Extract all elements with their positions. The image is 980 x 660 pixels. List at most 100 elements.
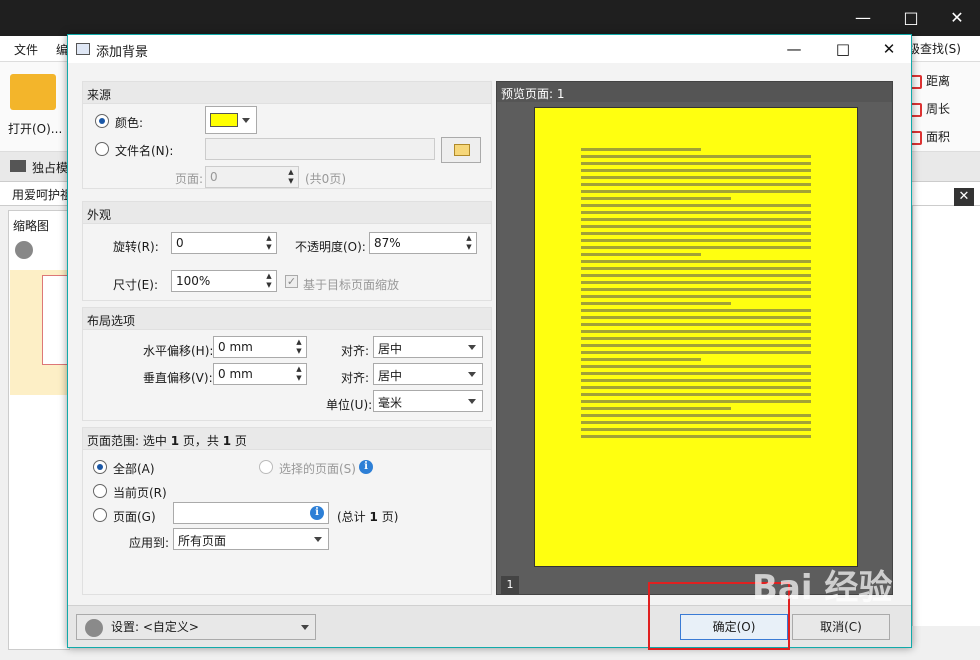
thumbnail-page[interactable] [42, 275, 68, 365]
settings-gear-icon [85, 619, 103, 637]
preview-text-line [581, 155, 811, 158]
range-selected: 1 [170, 434, 180, 448]
pages-input[interactable]: i [173, 502, 329, 524]
distance-button[interactable]: 距离 [908, 72, 978, 89]
page-input[interactable]: 0 ▲ ▼ [205, 166, 299, 188]
preview-text-line [581, 281, 811, 284]
opacity-spinner[interactable]: ▲ ▼ [463, 234, 475, 252]
v-align-select[interactable]: 居中 [373, 363, 483, 385]
preview-text-line [581, 365, 811, 368]
unit-select[interactable]: 毫米 [373, 390, 483, 412]
rotation-spinner[interactable]: ▲ ▼ [263, 234, 275, 252]
all-pages-radio[interactable] [93, 460, 107, 474]
close-tab-icon[interactable]: ✕ [954, 188, 974, 206]
minimize-icon[interactable]: — [848, 6, 878, 30]
rotation-label: 旋转(R): [113, 240, 159, 254]
settings-label: 设置: [111, 620, 140, 634]
current-page-label: 当前页(R) [113, 486, 167, 500]
h-offset-spinner[interactable]: ▲ ▼ [293, 338, 305, 356]
perimeter-button[interactable]: 周长 [908, 100, 978, 117]
pages-total: (总计 1 页) [337, 508, 398, 525]
unit-label: 单位(U): [326, 398, 373, 412]
chevron-down-icon [468, 372, 476, 377]
h-align-select[interactable]: 居中 [373, 336, 483, 358]
menu-file[interactable]: 文件 [14, 41, 38, 58]
v-align-label: 对齐: [341, 371, 370, 385]
preview-text-line [581, 414, 811, 417]
pages-info-icon[interactable]: i [310, 506, 324, 520]
preview-text-line [581, 239, 811, 242]
v-offset-label: 垂直偏移(V): [143, 371, 213, 385]
folder-icon [454, 144, 470, 156]
preview-text-line [581, 337, 811, 340]
settings-value: <自定义> [142, 620, 199, 634]
apply-to-select[interactable]: 所有页面 [173, 528, 329, 550]
preview-text-line [581, 295, 811, 298]
dialog-minimize-icon[interactable]: — [774, 37, 814, 61]
exclusive-mode-label[interactable]: 独占模 [32, 159, 68, 176]
add-background-dialog: 添加背景 — □ ✕ 来源 颜色: 文件名(N): 页面: 0 ▲ ▼ (共0页)… [67, 34, 912, 648]
preview-text-line [581, 323, 811, 326]
h-align-value: 居中 [378, 342, 403, 356]
page-range-title: 页面范围: 选中 1 页，共 1 页 [87, 432, 247, 449]
preview-page-number: 1 [501, 576, 519, 594]
color-radio[interactable] [95, 114, 109, 128]
file-name-input[interactable] [205, 138, 435, 160]
open-folder-icon[interactable] [10, 74, 56, 110]
area-button[interactable]: 面积 [908, 128, 978, 145]
settings-select[interactable]: 设置: <自定义> [76, 614, 316, 640]
preview-text-line [581, 169, 811, 172]
v-offset-input[interactable]: 0 mm ▲ ▼ [213, 363, 307, 385]
appearance-header [83, 202, 491, 224]
range-total: 1 [222, 434, 232, 448]
h-offset-input[interactable]: 0 mm ▲ ▼ [213, 336, 307, 358]
preview-text-line [581, 211, 811, 214]
scale-checkbox[interactable]: ✓ [285, 275, 298, 288]
opacity-value: 87% [374, 236, 401, 250]
preview-text-line [581, 225, 811, 228]
document-tab[interactable]: 用爱呵护祖 [12, 186, 72, 203]
dialog-close-icon[interactable]: ✕ [869, 37, 909, 61]
appearance-title: 外观 [87, 208, 112, 222]
crown-icon [10, 160, 26, 172]
preview-text-line [581, 183, 811, 186]
pages-label: 页面(G) [113, 510, 156, 524]
appearance-group: 外观 旋转(R): 0 ▲ ▼ 不透明度(O): 87% ▲ ▼ 尺寸(E): 10… [82, 201, 492, 301]
page-spinner[interactable]: ▲ ▼ [285, 168, 297, 186]
current-page-radio[interactable] [93, 484, 107, 498]
all-pages-label: 全部(A) [113, 462, 155, 476]
preview-text-line [581, 316, 811, 319]
v-offset-spinner[interactable]: ▲ ▼ [293, 365, 305, 383]
advanced-find-button[interactable]: 级查找(S) [908, 40, 978, 57]
dialog-maximize-icon[interactable]: □ [823, 37, 863, 61]
size-input[interactable]: 100% ▲ ▼ [171, 270, 277, 292]
size-value: 100% [176, 274, 211, 288]
preview-text-line [581, 386, 811, 389]
selected-pages-radio[interactable] [259, 460, 273, 474]
color-picker[interactable] [205, 106, 257, 134]
pages-total-suffix: 页) [381, 510, 399, 524]
pages-radio[interactable] [93, 508, 107, 522]
preview-text-line [581, 232, 811, 235]
browse-button[interactable] [441, 137, 481, 163]
chevron-down-icon [468, 399, 476, 404]
maximize-icon[interactable]: □ [896, 6, 926, 30]
opacity-input[interactable]: 87% ▲ ▼ [369, 232, 477, 254]
rotation-input[interactable]: 0 ▲ ▼ [171, 232, 277, 254]
color-swatch [210, 113, 238, 127]
distance-label: 距离 [926, 74, 951, 88]
dialog-app-icon [76, 43, 90, 55]
layout-header [83, 308, 491, 330]
size-spinner[interactable]: ▲ ▼ [263, 272, 275, 290]
source-group: 来源 颜色: 文件名(N): 页面: 0 ▲ ▼ (共0页) [82, 81, 492, 189]
preview-text-line [581, 309, 811, 312]
preview-text-line [581, 358, 701, 361]
info-icon[interactable]: i [359, 460, 373, 474]
preview-text-line [581, 274, 811, 277]
preview-text-line [581, 148, 701, 151]
gear-icon[interactable] [15, 241, 33, 259]
close-icon[interactable]: ✕ [942, 6, 972, 30]
file-radio[interactable] [95, 142, 109, 156]
preview-text-line [581, 421, 811, 424]
open-button-label[interactable]: 打开(O)... [8, 120, 62, 137]
